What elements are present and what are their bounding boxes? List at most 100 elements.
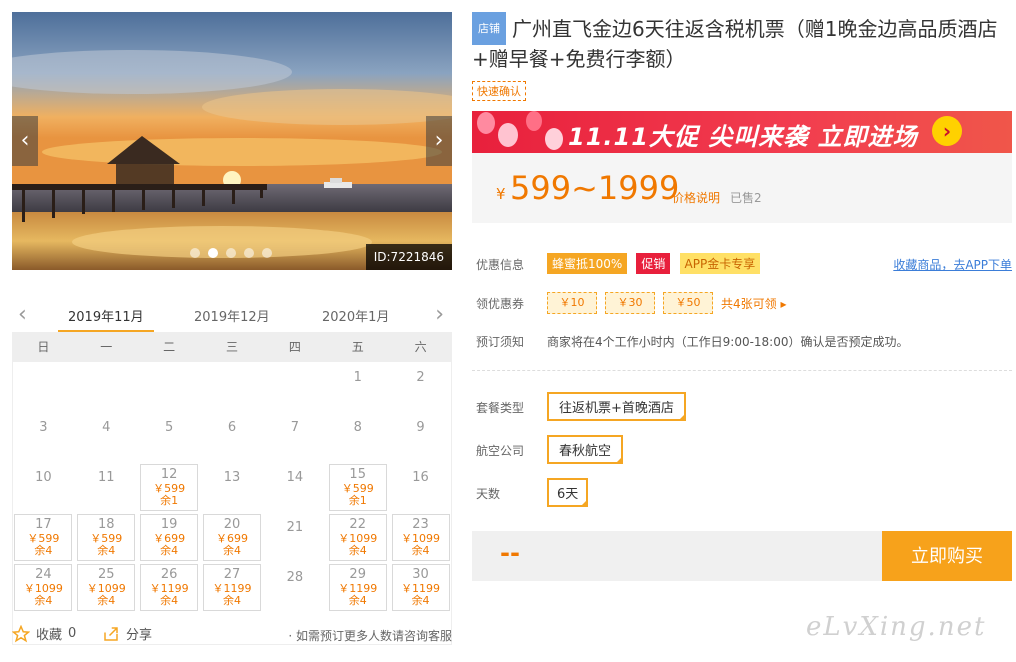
favorite-label: 收藏 [36, 628, 63, 643]
carousel-indicator [190, 248, 272, 258]
calendar-day-remaining: 余4 [34, 544, 53, 557]
calendar-day-available[interactable]: 23 ￥1099 余4 [391, 514, 450, 561]
calendar-day-available[interactable]: 27 ￥1199 余4 [203, 564, 261, 611]
calendar-day: 21 [266, 514, 324, 561]
calendar-day-available[interactable]: 20 ￥699 余4 [203, 514, 261, 561]
calendar-day: 1 [329, 364, 387, 411]
carousel-dot[interactable] [244, 248, 254, 258]
calendar-day-number: 24 [35, 567, 52, 582]
banner-arrow-icon: › [932, 116, 962, 146]
calendar-day: 13 [203, 464, 261, 511]
section-divider [472, 370, 1012, 371]
image-id-badge: ID:7221846 [365, 244, 452, 270]
balloon-decoration-icon [477, 111, 563, 150]
calendar-day-number: 4 [102, 420, 111, 435]
calendar-day-remaining: 余4 [160, 594, 179, 607]
calendar-month-nav: ‹ 2019年11月 2019年12月 2020年1月 › [12, 300, 452, 334]
calendar-day: 8 [329, 414, 387, 461]
star-icon [12, 624, 30, 642]
coupon-more-link[interactable]: 共4张可领 ▸ [721, 295, 786, 312]
coupon-30[interactable]: ￥30 [605, 292, 655, 314]
calendar-tab-month-2[interactable]: 2019年12月 [194, 306, 270, 325]
calendar-day-number: 18 [98, 517, 115, 532]
calendar-day-available[interactable]: 17 ￥599 余4 [14, 514, 73, 561]
calendar-day-number: 25 [98, 567, 115, 582]
promo-info-label: 优惠信息 [476, 258, 525, 272]
weekday-label: 二 [163, 340, 176, 354]
promo-banner[interactable]: 11.11大促 尖叫来袭 立即进场 › [472, 111, 1012, 153]
carousel-dot[interactable] [208, 248, 218, 258]
calendar-day-number: 30 [412, 567, 429, 582]
price-explain-link[interactable]: 价格说明 [672, 189, 720, 206]
calendar-day-available[interactable]: 19 ￥699 余4 [140, 514, 199, 561]
airline-option-selected[interactable]: 春秋航空 [547, 435, 624, 464]
calendar-day-number: 6 [227, 420, 237, 435]
calendar-day: 11 [77, 464, 135, 511]
calendar-day-remaining: 余1 [348, 494, 367, 507]
coupon-list: ￥10 ￥30 ￥50 共4张可领 ▸ [547, 292, 786, 314]
calendar-day-number: 1 [353, 370, 362, 385]
calendar-day: 28 [266, 564, 324, 611]
coupon-50[interactable]: ￥50 [663, 292, 713, 314]
weekday-label: 三 [225, 340, 238, 354]
calendar-day-remaining: 余4 [411, 544, 430, 557]
calendar-day-available[interactable]: 18 ￥599 余4 [77, 514, 136, 561]
calendar-days-grid: 1 2 3 4 5 6 7 8 9 10 11 12 ￥599 余1 13 14 15 ￥599 余1 16 17 ￥59… [12, 362, 452, 645]
days-option-selected[interactable]: 6天 [547, 478, 589, 507]
calendar-tab-month-3[interactable]: 2020年1月 [322, 306, 389, 325]
calendar-weekday-header: 日 一 二 三 四 五 六 [12, 332, 452, 362]
calendar-day-number: 19 [160, 517, 178, 532]
banner-text: 11.11大促 尖叫来袭 立即进场 [568, 123, 918, 151]
calendar-day: 10 [14, 464, 72, 511]
purchase-bar: -- 立即购买 [472, 531, 1012, 581]
calendar-day-available[interactable]: 30 ￥1199 余4 [391, 564, 450, 611]
calendar-day-available[interactable]: 24 ￥1099 余4 [14, 564, 73, 611]
share-button[interactable]: 分享 [102, 624, 152, 643]
calendar-day-number: 15 [349, 467, 366, 482]
calendar-day: 2 [392, 364, 450, 411]
favorite-button[interactable]: 收藏 0 [12, 624, 76, 643]
calendar-day-number: 10 [35, 470, 52, 485]
calendar-day-remaining: 余4 [97, 594, 116, 607]
package-option-selected[interactable]: 往返机票+首晚酒店 [547, 392, 686, 421]
carousel-dot[interactable] [262, 248, 272, 258]
buy-now-button[interactable]: 立即购买 [882, 531, 1012, 581]
calendar-day-available[interactable]: 29 ￥1199 余4 [328, 564, 387, 611]
carousel-dot[interactable] [226, 248, 236, 258]
calendar-day-remaining: 余4 [97, 544, 116, 557]
calendar-day-remaining: 余4 [411, 594, 430, 607]
product-title-block: 店铺 广州直飞金边6天往返含税机票（赠1晚金边高品质酒店+赠早餐+免费行李额） [472, 12, 1012, 74]
calendar-day-number: 26 [160, 567, 178, 582]
calendar-day-number: 9 [416, 420, 425, 435]
price-amount: 599~1999 [510, 169, 680, 207]
product-image-carousel[interactable]: ‹ › ID:7221846 [12, 12, 452, 270]
calendar-tab-month-1[interactable]: 2019年11月 [58, 306, 154, 333]
shop-tag: 店铺 [472, 12, 506, 45]
days-label: 天数 [476, 487, 501, 501]
calendar-day-remaining: 余4 [223, 544, 241, 557]
share-label: 分享 [126, 628, 153, 643]
carousel-next-button[interactable]: › [426, 116, 452, 166]
calendar-day-number: 13 [223, 470, 241, 485]
calendar-day-available[interactable]: 15 ￥599 余1 [328, 464, 387, 511]
calendar-prev-month-button[interactable]: ‹ [18, 302, 27, 327]
departure-calendar: 日 一 二 三 四 五 六 1 2 3 4 5 6 7 8 9 10 11 12 ￥599 余1 13 14 1… [12, 332, 452, 645]
calendar-day-number: 17 [35, 517, 52, 532]
calendar-day-number: 28 [286, 570, 304, 585]
favorite-go-app-link[interactable]: 收藏商品，去APP下单 [893, 256, 1012, 273]
calendar-day-available[interactable]: 25 ￥1099 余4 [77, 564, 136, 611]
calendar-day-available[interactable]: 12 ￥599 余1 [140, 464, 199, 511]
promo-tags: 蜂蜜抵100% 促销 APP金卡专享 [547, 253, 764, 274]
calendar-day-remaining: 余4 [34, 594, 53, 607]
coupon-label: 领优惠券 [476, 297, 525, 311]
coupon-10[interactable]: ￥10 [547, 292, 597, 314]
total-price: -- [500, 539, 520, 567]
calendar-day-remaining: 余4 [348, 594, 367, 607]
carousel-dot[interactable] [190, 248, 200, 258]
calendar-day: 9 [392, 414, 450, 461]
calendar-day-available[interactable]: 26 ￥1199 余4 [140, 564, 199, 611]
calendar-next-month-button[interactable]: › [435, 302, 444, 327]
sold-count: 已售2 [730, 191, 762, 205]
carousel-prev-button[interactable]: ‹ [12, 116, 38, 166]
calendar-day-available[interactable]: 22 ￥1099 余4 [328, 514, 387, 561]
